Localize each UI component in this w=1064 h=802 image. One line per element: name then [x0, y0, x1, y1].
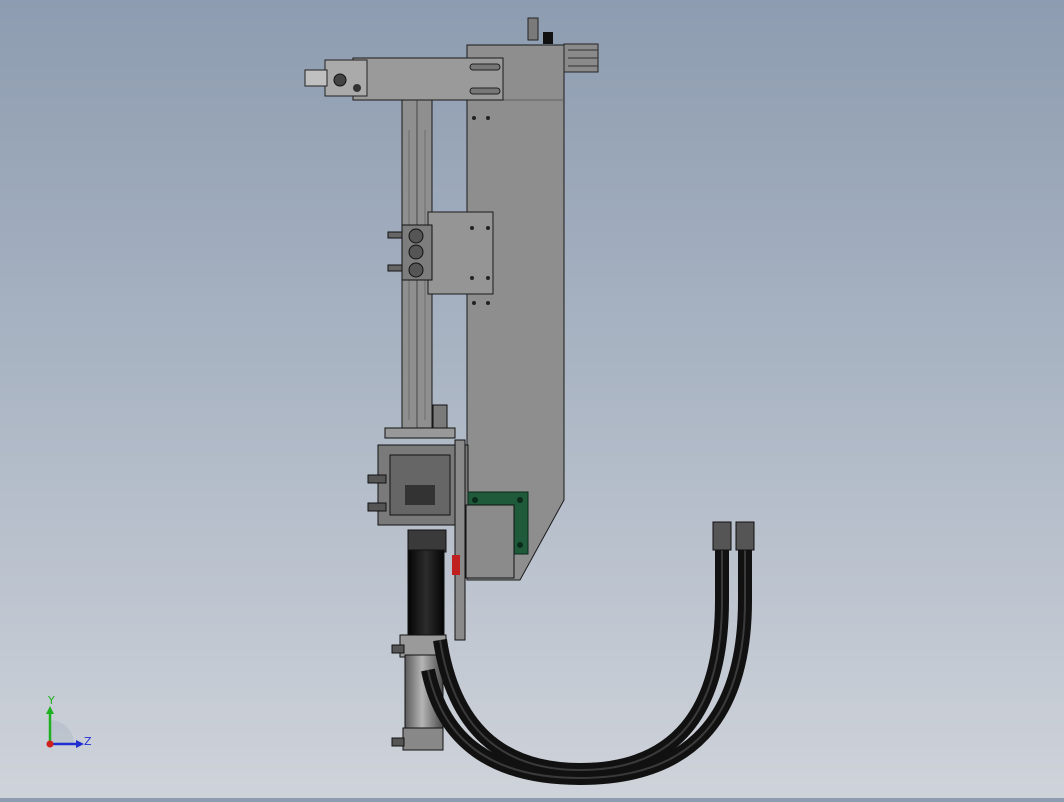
z-axis-label: Z: [84, 735, 92, 748]
triad-axes-icon: [46, 706, 84, 748]
y-axis-label: Y: [48, 694, 55, 707]
orientation-triad[interactable]: Y Z: [38, 694, 98, 758]
cad-viewport[interactable]: [0, 0, 1064, 798]
assembly-drawing: [304, 17, 755, 786]
horizontal-arm: [304, 57, 504, 101]
